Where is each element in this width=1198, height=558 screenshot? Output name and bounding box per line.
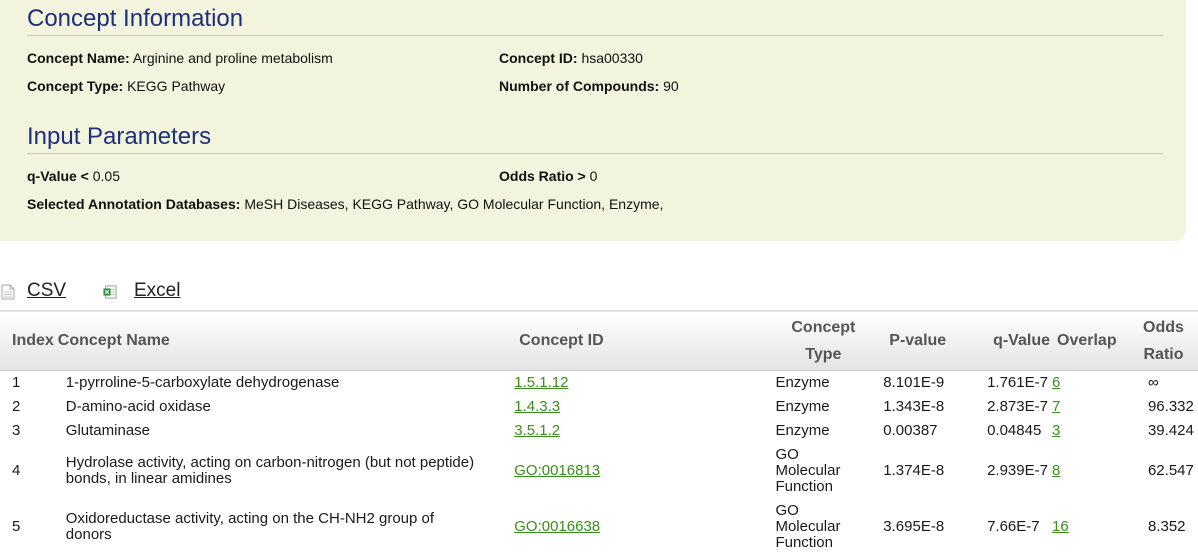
compounds-value: 90 (663, 78, 679, 94)
qvalue-param-value: 0.05 (92, 168, 120, 184)
concept-id-label: Concept ID: (499, 50, 578, 66)
odds-param-label: Odds Ratio > (499, 168, 586, 184)
row-odds-ratio: 62.547 (1147, 462, 1194, 479)
qvalue-param-label: q-Value < (27, 168, 89, 184)
row-odds-ratio: 39.424 (1147, 422, 1194, 439)
concept-id-value: hsa00330 (581, 50, 643, 66)
row-index: 4 (12, 462, 21, 479)
col-odds-line2: Ratio (1143, 345, 1184, 363)
row-concept-type-line3: Function (775, 534, 833, 551)
row-concept-id-link[interactable]: GO:0016813 (514, 462, 600, 479)
row-qvalue: 0.04845 (987, 422, 1042, 439)
col-pvalue-header[interactable]: P-value (875, 311, 979, 371)
row-overlap-link[interactable]: 8 (1052, 462, 1060, 479)
col-concept-name-header[interactable]: Concept Name (54, 311, 506, 371)
table-header-row: Index Concept Name Concept ID Concept Ty… (0, 310, 1198, 371)
table-row: 2 D-amino-acid oxidase 1.4.3.3 Enzyme 1.… (0, 395, 1198, 419)
row-concept-name-line2: donors (65, 526, 112, 543)
table-row: 1 1-pyrroline-5-carboxylate dehydrogenas… (0, 371, 1198, 396)
databases-label: Selected Annotation Databases: (27, 196, 241, 212)
row-overlap-link[interactable]: 6 (1052, 374, 1060, 391)
row-concept-type: GO Molecular Function (767, 499, 875, 555)
row-concept-name: Oxidoreductase activity, acting on the C… (54, 499, 506, 555)
input-parameters-heading: Input Parameters (27, 123, 212, 150)
row-qvalue: 1.761E-7 (987, 374, 1048, 391)
qvalue-param-field: q-Value < 0.05 (27, 168, 120, 184)
concept-name-field: Concept Name: Arginine and proline metab… (27, 50, 333, 66)
col-concept-type-header[interactable]: Concept Type (767, 311, 875, 371)
table-row: 3 Glutaminase 3.5.1.2 Enzyme 0.00387 0.0… (0, 419, 1198, 443)
concept-information-heading: Concept Information (27, 5, 244, 32)
row-concept-name: Glutaminase (65, 422, 151, 439)
concept-name-label: Concept Name: (27, 50, 130, 66)
row-concept-type-line1: GO (775, 502, 799, 519)
row-odds-ratio: ∞ (1147, 374, 1159, 391)
col-concept-id-header[interactable]: Concept ID (506, 311, 767, 371)
section-divider (27, 35, 1163, 36)
row-odds-ratio: 8.352 (1147, 518, 1186, 535)
row-concept-name: Hydrolase activity, acting on carbon-nit… (54, 443, 506, 499)
col-concept-type-line2: Type (805, 345, 842, 363)
row-concept-type-line1: GO (775, 446, 799, 463)
table-row: 5 Oxidoreductase activity, acting on the… (0, 499, 1198, 555)
row-index: 1 (12, 374, 21, 391)
results-table: Index Concept Name Concept ID Concept Ty… (0, 310, 1198, 555)
concept-name-value: Arginine and proline metabolism (132, 50, 333, 66)
row-pvalue: 8.101E-9 (883, 374, 945, 391)
row-concept-name: D-amino-acid oxidase (65, 398, 211, 415)
row-concept-name-line1: Hydrolase activity, acting on carbon-nit… (65, 454, 475, 471)
col-overlap-header[interactable]: Overlap (1052, 311, 1125, 371)
row-concept-type-line3: Function (775, 478, 833, 495)
compounds-field: Number of Compounds: 90 (499, 78, 679, 94)
row-pvalue: 1.343E-8 (883, 398, 945, 415)
row-index: 3 (12, 422, 21, 439)
row-concept-id-link[interactable]: 3.5.1.2 (514, 422, 560, 439)
row-qvalue: 7.66E-7 (987, 518, 1040, 535)
row-odds-ratio: 96.332 (1147, 398, 1194, 415)
row-concept-name-line1: Oxidoreductase activity, acting on the C… (65, 510, 435, 527)
row-overlap-link[interactable]: 16 (1052, 518, 1069, 535)
row-pvalue: 1.374E-8 (883, 462, 945, 479)
col-odds-ratio-header[interactable]: Odds Ratio (1125, 311, 1198, 371)
row-qvalue: 2.873E-7 (987, 398, 1048, 415)
row-concept-type-line2: Molecular (775, 518, 841, 535)
concept-type-label: Concept Type: (27, 78, 124, 94)
concept-type-value: KEGG Pathway (127, 78, 226, 94)
table-row: 4 Hydrolase activity, acting on carbon-n… (0, 443, 1198, 499)
concept-type-field: Concept Type: KEGG Pathway (27, 78, 225, 94)
section-divider (27, 153, 1163, 154)
odds-param-value: 0 (589, 168, 598, 184)
row-concept-name-line2: bonds, in linear amidines (65, 470, 232, 487)
row-concept-id-link[interactable]: 1.5.1.12 (514, 374, 568, 391)
row-index: 5 (12, 518, 21, 535)
row-pvalue: 3.695E-8 (883, 518, 945, 535)
compounds-label: Number of Compounds: (499, 78, 660, 94)
databases-value: MeSH Diseases, KEGG Pathway, GO Molecula… (244, 196, 664, 212)
concept-info-panel: Concept Information Concept Name: Argini… (0, 0, 1186, 241)
row-index: 2 (12, 398, 21, 415)
odds-param-field: Odds Ratio > 0 (499, 168, 597, 184)
row-concept-name: 1-pyrroline-5-carboxylate dehydrogenase (65, 374, 340, 391)
row-qvalue: 2.939E-7 (987, 462, 1048, 479)
concept-id-field: Concept ID: hsa00330 (499, 50, 643, 66)
row-overlap-link[interactable]: 7 (1052, 398, 1060, 415)
row-concept-id-link[interactable]: 1.4.3.3 (514, 398, 560, 415)
col-qvalue-header[interactable]: q-Value (979, 311, 1052, 371)
row-pvalue: 0.00387 (883, 422, 938, 439)
excel-icon (103, 285, 117, 299)
row-concept-id-link[interactable]: GO:0016638 (514, 518, 600, 535)
row-concept-type: Enzyme (775, 422, 830, 439)
row-concept-type-line2: Molecular (775, 462, 841, 479)
col-index-header[interactable]: Index (0, 311, 54, 371)
csv-export-link[interactable]: CSV (27, 280, 66, 302)
excel-export-link[interactable]: Excel (134, 280, 180, 302)
row-overlap-link[interactable]: 3 (1052, 422, 1060, 439)
row-concept-type: GO Molecular Function (767, 443, 875, 499)
row-concept-type: Enzyme (775, 398, 830, 415)
document-icon (1, 284, 15, 300)
col-concept-type-line1: Concept (791, 318, 856, 336)
row-concept-type: Enzyme (775, 374, 830, 391)
col-odds-line1: Odds (1143, 318, 1184, 336)
databases-field: Selected Annotation Databases: MeSH Dise… (27, 196, 663, 212)
